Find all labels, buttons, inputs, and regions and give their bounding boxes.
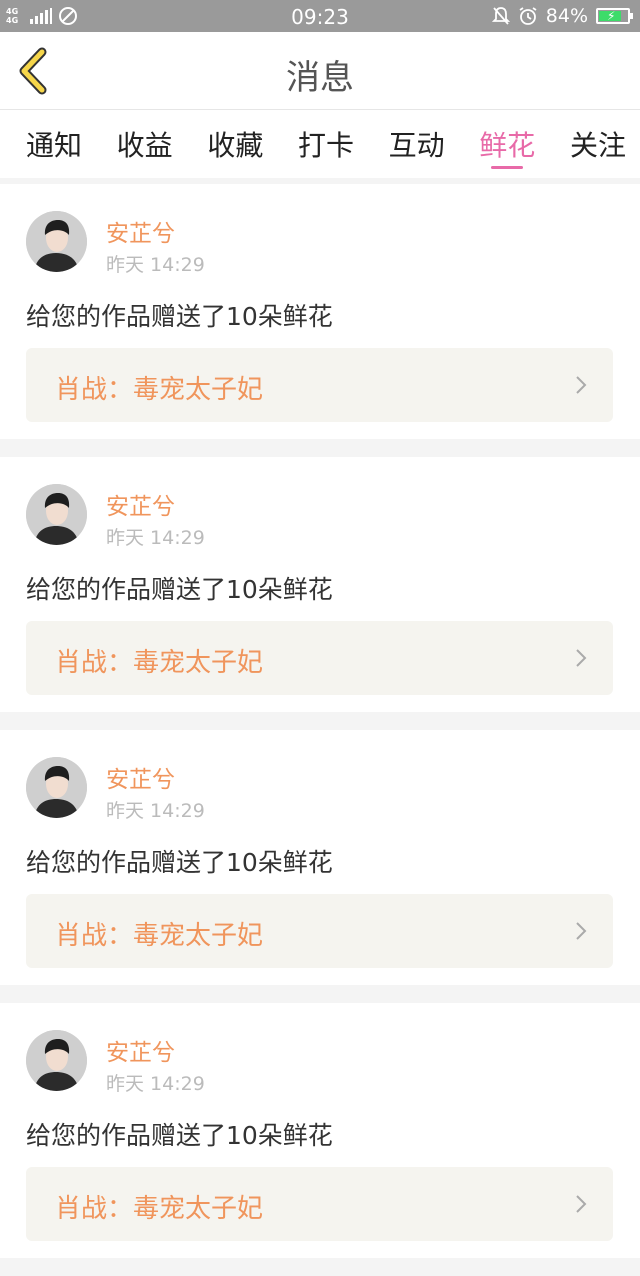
alarm-icon: [519, 7, 537, 25]
tab-interaction[interactable]: 互动: [389, 110, 445, 178]
message-time: 昨天 14:29: [106, 800, 205, 822]
status-bar: 4G 4G 09:23 84% ⚡: [0, 0, 640, 32]
work-link[interactable]: 肖战：毒宠太子妃: [26, 894, 613, 968]
header: 消息: [0, 32, 640, 110]
work-link[interactable]: 肖战：毒宠太子妃: [26, 1167, 613, 1241]
message-card: 安芷兮 昨天 14:29 给您的作品赠送了10朵鲜花 肖战：毒宠太子妃: [0, 730, 640, 985]
battery-icon: ⚡: [596, 8, 633, 24]
avatar-portrait: [26, 1030, 87, 1091]
avatar[interactable]: [26, 757, 87, 818]
message-card: 安芷兮 昨天 14:29 给您的作品赠送了10朵鲜花 肖战：毒宠太子妃: [0, 1003, 640, 1258]
avatar-portrait: [26, 757, 87, 818]
avatar[interactable]: [26, 1030, 87, 1091]
chevron-right-icon: [576, 376, 587, 394]
message-list: 安芷兮 昨天 14:29 给您的作品赠送了10朵鲜花 肖战：毒宠太子妃 安芷兮 …: [0, 184, 640, 1276]
tab-follow[interactable]: 关注: [570, 110, 626, 178]
message-time: 昨天 14:29: [106, 254, 205, 276]
chevron-right-icon: [576, 1195, 587, 1213]
message-time: 昨天 14:29: [106, 1073, 205, 1095]
tab-bar: 通知 收益 收藏 打卡 互动 鲜花 关注: [0, 110, 640, 178]
message-time: 昨天 14:29: [106, 527, 205, 549]
avatar-portrait: [26, 484, 87, 545]
sender-name[interactable]: 安芷兮: [106, 1033, 175, 1067]
message-text: 给您的作品赠送了10朵鲜花: [26, 575, 333, 604]
avatar-portrait: [26, 211, 87, 272]
mute-bell-icon: [491, 7, 510, 25]
chevron-right-icon: [576, 922, 587, 940]
status-right: 84% ⚡: [491, 4, 633, 28]
avatar[interactable]: [26, 211, 87, 272]
page-title: 消息: [286, 58, 354, 98]
tab-favorites[interactable]: 收藏: [207, 110, 263, 178]
tab-flowers[interactable]: 鲜花: [479, 110, 535, 178]
work-title: 肖战：毒宠太子妃: [55, 921, 264, 951]
battery-percent: 84%: [545, 5, 588, 27]
work-title: 肖战：毒宠太子妃: [55, 1194, 264, 1224]
work-title: 肖战：毒宠太子妃: [55, 375, 264, 405]
sender-name[interactable]: 安芷兮: [106, 487, 175, 521]
sender-name[interactable]: 安芷兮: [106, 760, 175, 794]
work-link[interactable]: 肖战：毒宠太子妃: [26, 621, 613, 695]
sender-name[interactable]: 安芷兮: [106, 214, 175, 248]
message-card: 安芷兮 昨天 14:29 给您的作品赠送了10朵鲜花 肖战：毒宠太子妃: [0, 184, 640, 439]
message-text: 给您的作品赠送了10朵鲜花: [26, 848, 333, 877]
chevron-right-icon: [576, 649, 587, 667]
charging-icon: ⚡: [607, 9, 616, 23]
tab-earnings[interactable]: 收益: [117, 110, 173, 178]
work-title: 肖战：毒宠太子妃: [55, 648, 264, 678]
tab-checkin[interactable]: 打卡: [298, 110, 354, 178]
avatar[interactable]: [26, 484, 87, 545]
message-card: 安芷兮 昨天 14:29 给您的作品赠送了10朵鲜花 肖战：毒宠太子妃: [0, 457, 640, 712]
message-text: 给您的作品赠送了10朵鲜花: [26, 1121, 333, 1150]
message-text: 给您的作品赠送了10朵鲜花: [26, 302, 333, 331]
tab-notifications[interactable]: 通知: [26, 110, 82, 178]
work-link[interactable]: 肖战：毒宠太子妃: [26, 348, 613, 422]
